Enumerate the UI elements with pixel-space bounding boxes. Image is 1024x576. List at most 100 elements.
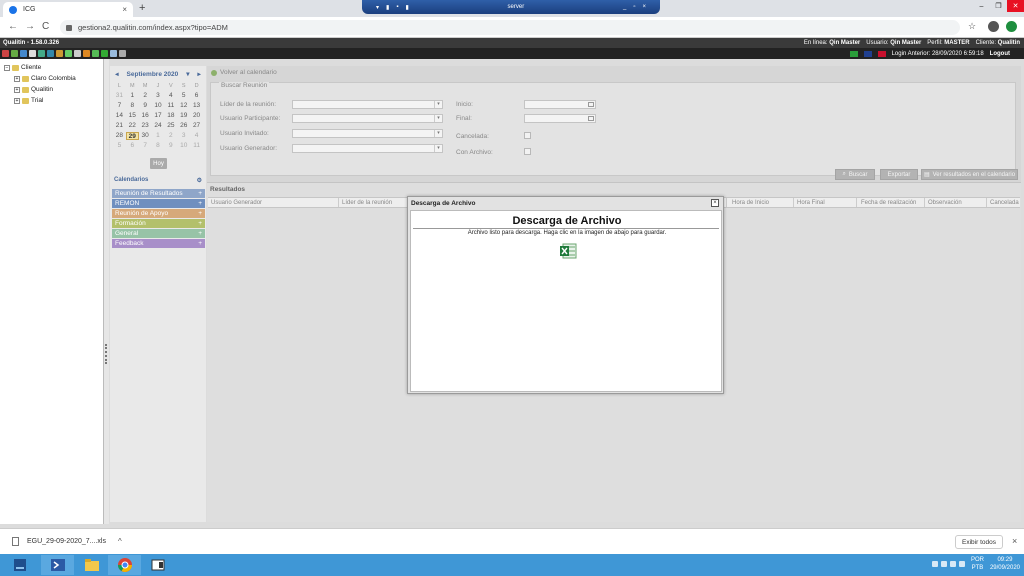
calendar-day[interactable]: 11 bbox=[190, 142, 203, 150]
calendar-item-apoyo[interactable]: Reunión de Apoyo + bbox=[112, 209, 205, 218]
calendar-day[interactable]: 1 bbox=[126, 92, 139, 100]
taskbar-powershell[interactable] bbox=[41, 555, 74, 575]
tab-close-icon[interactable]: × bbox=[122, 5, 127, 14]
volume-icon[interactable] bbox=[940, 561, 947, 567]
calendar-day[interactable]: 24 bbox=[152, 122, 165, 130]
calendar-day[interactable]: 7 bbox=[113, 102, 126, 110]
calendar-day-today[interactable]: 29 bbox=[125, 132, 139, 140]
flag-uk-icon[interactable] bbox=[863, 50, 872, 57]
extension-icon[interactable] bbox=[1006, 21, 1017, 32]
calendar-day[interactable]: 9 bbox=[139, 102, 152, 110]
restore-icon[interactable]: ▫ bbox=[633, 4, 635, 10]
calendar-day[interactable]: 15 bbox=[126, 112, 139, 120]
new-tab-button[interactable]: + bbox=[139, 2, 145, 14]
window-restore-icon[interactable]: ❐ bbox=[990, 0, 1007, 12]
calendar-day[interactable]: 19 bbox=[177, 112, 190, 120]
calendar-day[interactable]: 17 bbox=[152, 112, 165, 120]
calendar-icon[interactable] bbox=[588, 116, 594, 121]
calendar-day[interactable]: 10 bbox=[152, 102, 165, 110]
column-header[interactable]: Hora de Inicio bbox=[732, 200, 769, 206]
calendar-day[interactable]: 2 bbox=[164, 132, 177, 140]
flag-spain-icon[interactable] bbox=[877, 50, 886, 57]
calendar-day[interactable]: 4 bbox=[190, 132, 203, 140]
calendar-day[interactable]: 1 bbox=[152, 132, 165, 140]
taskbar-explorer[interactable] bbox=[75, 555, 108, 575]
calendar-day[interactable]: 2 bbox=[139, 92, 152, 100]
calendar-day[interactable]: 13 bbox=[190, 102, 203, 110]
chevron-up-icon[interactable]: ^ bbox=[118, 537, 122, 546]
start-date-input[interactable] bbox=[524, 100, 596, 109]
calendars-settings-icon[interactable]: ⚙ bbox=[197, 177, 202, 184]
plus-icon[interactable]: + bbox=[198, 190, 202, 197]
tree-node-claro[interactable]: + Claro Colombia bbox=[14, 75, 76, 82]
taskbar-chrome[interactable] bbox=[108, 555, 141, 575]
forward-icon[interactable]: → bbox=[25, 21, 35, 32]
download-item[interactable]: EGU_29-09-2020_7....xls ^ bbox=[12, 537, 122, 546]
chart-icon[interactable] bbox=[2, 50, 9, 57]
view-in-calendar-button[interactable]: ▤ Ver resultados en el calendario bbox=[921, 169, 1018, 180]
calendar-day[interactable]: 8 bbox=[152, 142, 165, 150]
close-icon[interactable]: × bbox=[642, 4, 646, 10]
expand-icon[interactable]: + bbox=[14, 75, 20, 82]
calendar-day[interactable]: 22 bbox=[126, 122, 139, 130]
calendar-day[interactable]: 14 bbox=[113, 112, 126, 120]
grid-icon[interactable] bbox=[38, 50, 45, 57]
leader-select[interactable]: ▾ bbox=[292, 100, 443, 109]
calendar-item-feedback[interactable]: Feedback + bbox=[112, 239, 205, 248]
back-icon[interactable]: ← bbox=[8, 21, 18, 32]
plus-icon[interactable]: + bbox=[198, 200, 202, 207]
network-icon[interactable] bbox=[931, 561, 938, 567]
attachment-checkbox[interactable] bbox=[524, 148, 531, 155]
browser-tab[interactable]: ICG × bbox=[3, 2, 133, 17]
window-minimize-icon[interactable]: – bbox=[973, 0, 990, 12]
flag-brazil-icon[interactable] bbox=[849, 50, 858, 57]
calendar-day[interactable]: 20 bbox=[190, 112, 203, 120]
calendar-icon[interactable] bbox=[588, 102, 594, 107]
column-header[interactable]: Líder de la reunión bbox=[342, 200, 392, 206]
calendar-day[interactable]: 10 bbox=[177, 142, 190, 150]
window-close-icon[interactable]: ✕ bbox=[1007, 0, 1024, 12]
cancelled-checkbox[interactable] bbox=[524, 132, 531, 139]
calendar-day[interactable]: 21 bbox=[113, 122, 126, 130]
tree-node-root[interactable]: − Cliente bbox=[4, 64, 41, 71]
flag-icon[interactable] bbox=[949, 561, 956, 567]
next-month-icon[interactable]: ▸ bbox=[197, 70, 200, 78]
start-button[interactable] bbox=[3, 555, 36, 575]
mail-icon[interactable] bbox=[110, 50, 117, 57]
calendar-day[interactable]: 26 bbox=[177, 122, 190, 130]
prev-month-icon[interactable]: ◂ bbox=[115, 70, 118, 78]
calendar-day[interactable]: 16 bbox=[139, 112, 152, 120]
minimize-icon[interactable]: _ bbox=[623, 4, 626, 10]
lock-icon[interactable]: ▪ bbox=[396, 4, 398, 11]
pin-icon[interactable]: ▾ bbox=[376, 4, 379, 11]
logout-link[interactable]: Logout bbox=[990, 51, 1010, 57]
document-icon[interactable] bbox=[29, 50, 36, 57]
tree-node-qualitin[interactable]: + Qualitin bbox=[14, 86, 53, 93]
column-header[interactable]: Usuario Generador bbox=[211, 200, 262, 206]
month-dropdown-icon[interactable]: ▾ bbox=[186, 70, 189, 78]
bookmark-star-icon[interactable]: ☆ bbox=[968, 21, 976, 32]
calendar-icon[interactable] bbox=[65, 50, 72, 57]
tree-node-trial[interactable]: + Trial bbox=[14, 97, 43, 104]
settings-icon[interactable] bbox=[119, 50, 126, 57]
end-date-input[interactable] bbox=[524, 114, 596, 123]
report-icon[interactable] bbox=[47, 50, 54, 57]
calendar-day[interactable]: 3 bbox=[177, 132, 190, 140]
expand-icon[interactable]: + bbox=[14, 97, 20, 104]
calendar-item-formacion[interactable]: Formación + bbox=[112, 219, 205, 228]
column-header[interactable]: Observación bbox=[928, 200, 962, 206]
calendar-day[interactable]: 30 bbox=[139, 132, 152, 140]
calendar-day[interactable]: 8 bbox=[126, 102, 139, 110]
generator-select[interactable]: ▾ bbox=[292, 144, 443, 153]
taskbar-window[interactable] bbox=[141, 555, 174, 575]
calendar-day[interactable]: 6 bbox=[126, 142, 139, 150]
folder-icon[interactable] bbox=[56, 50, 63, 57]
star-icon[interactable] bbox=[83, 50, 90, 57]
list-icon[interactable] bbox=[20, 50, 27, 57]
plus-icon[interactable]: + bbox=[198, 240, 202, 247]
calendar-day[interactable]: 9 bbox=[164, 142, 177, 150]
collapse-icon[interactable]: − bbox=[4, 64, 10, 71]
expand-icon[interactable]: + bbox=[14, 86, 20, 93]
grip-icon[interactable] bbox=[105, 344, 107, 364]
column-header[interactable]: Hora Final bbox=[797, 200, 825, 206]
